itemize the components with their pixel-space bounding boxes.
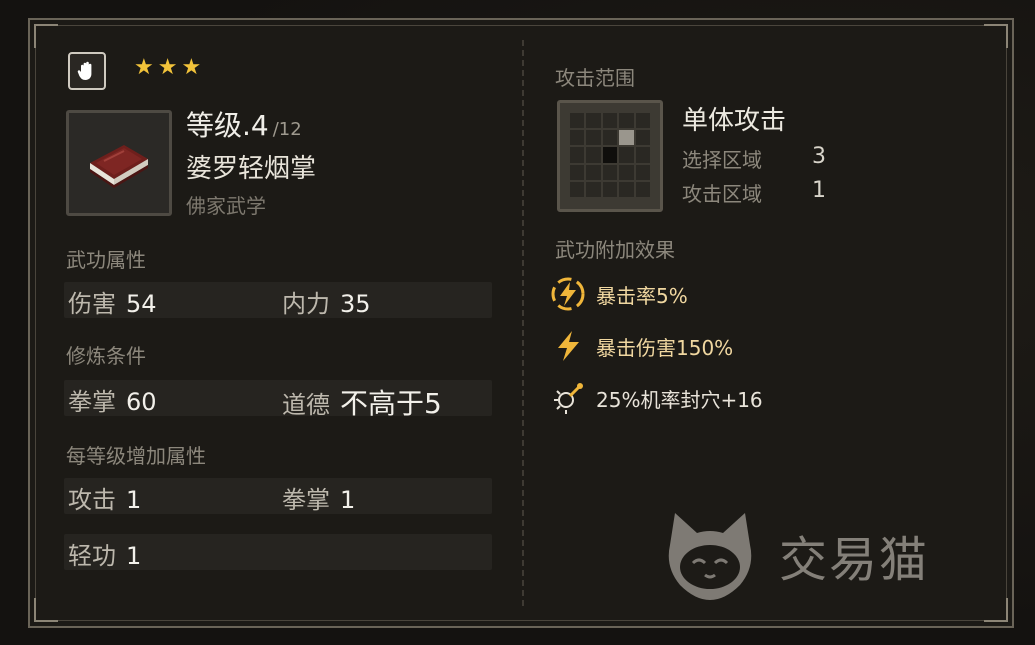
corner-ornament (984, 598, 1008, 622)
watermark-text: 交易猫 (779, 532, 930, 588)
lightning-icon (550, 328, 586, 364)
lightness-per-level: 轻功 1 (68, 542, 142, 570)
skill-book-slot (66, 110, 172, 216)
corner-ornament (34, 24, 58, 48)
per-level-row-2: 轻功 1 (64, 534, 492, 570)
corner-ornament (984, 24, 1008, 48)
corner-ornament (34, 598, 58, 622)
attack-range-label: 攻击范围 (555, 66, 635, 90)
selected-cell (619, 130, 634, 146)
level-text: 等级.4 (186, 109, 269, 142)
inner-power-stat: 内力 35 (282, 290, 371, 318)
attributes-label: 武功属性 (66, 248, 146, 272)
star-icon: ★ (134, 55, 154, 80)
skill-level: 等级.4/12 (186, 104, 302, 144)
panel-divider (522, 40, 524, 606)
damage-stat: 伤害 54 (68, 290, 157, 318)
palm-type-icon (68, 52, 106, 90)
fist-per-level: 拳掌 1 (282, 486, 356, 514)
per-level-row-1: 攻击 1 拳掌 1 (64, 478, 492, 514)
attack-cell (602, 147, 618, 163)
effects-label: 武功附加效果 (555, 238, 675, 262)
requirements-label: 修炼条件 (66, 344, 146, 368)
lightning-circle-icon (550, 276, 586, 312)
watermark: 交易猫 (655, 505, 929, 605)
rarity-stars: ★ ★ ★ (134, 56, 201, 80)
per-level-label: 每等级增加属性 (66, 444, 206, 468)
skill-school: 佛家武学 (186, 194, 266, 218)
skill-name: 婆罗轻烟掌 (186, 154, 317, 184)
effect-crit-rate: 暴击率5% (550, 276, 688, 312)
requirements-row: 拳掌 60 道德 不高于5 (64, 380, 492, 420)
star-icon: ★ (157, 55, 178, 80)
attributes-row: 伤害 54 内力 35 (64, 282, 492, 318)
morality-requirement: 道德 不高于5 (282, 387, 442, 420)
attack-type: 单体攻击 (682, 106, 787, 136)
attack-area: 攻击区域 1 (682, 178, 826, 206)
star-icon: ★ (181, 55, 202, 80)
attack-per-level: 攻击 1 (68, 486, 142, 514)
effect-crit-damage: 暴击伤害150% (550, 328, 733, 364)
cat-logo-icon (668, 513, 752, 600)
max-level-text: /12 (272, 119, 302, 140)
select-area: 选择区域 3 (682, 144, 826, 172)
acupoint-pin-icon (550, 380, 586, 416)
attack-range-grid (557, 100, 663, 212)
fist-requirement: 拳掌 60 (68, 388, 157, 416)
effect-seal-acupoint: 25%机率封穴+16 (550, 380, 763, 416)
book-icon (90, 145, 148, 188)
